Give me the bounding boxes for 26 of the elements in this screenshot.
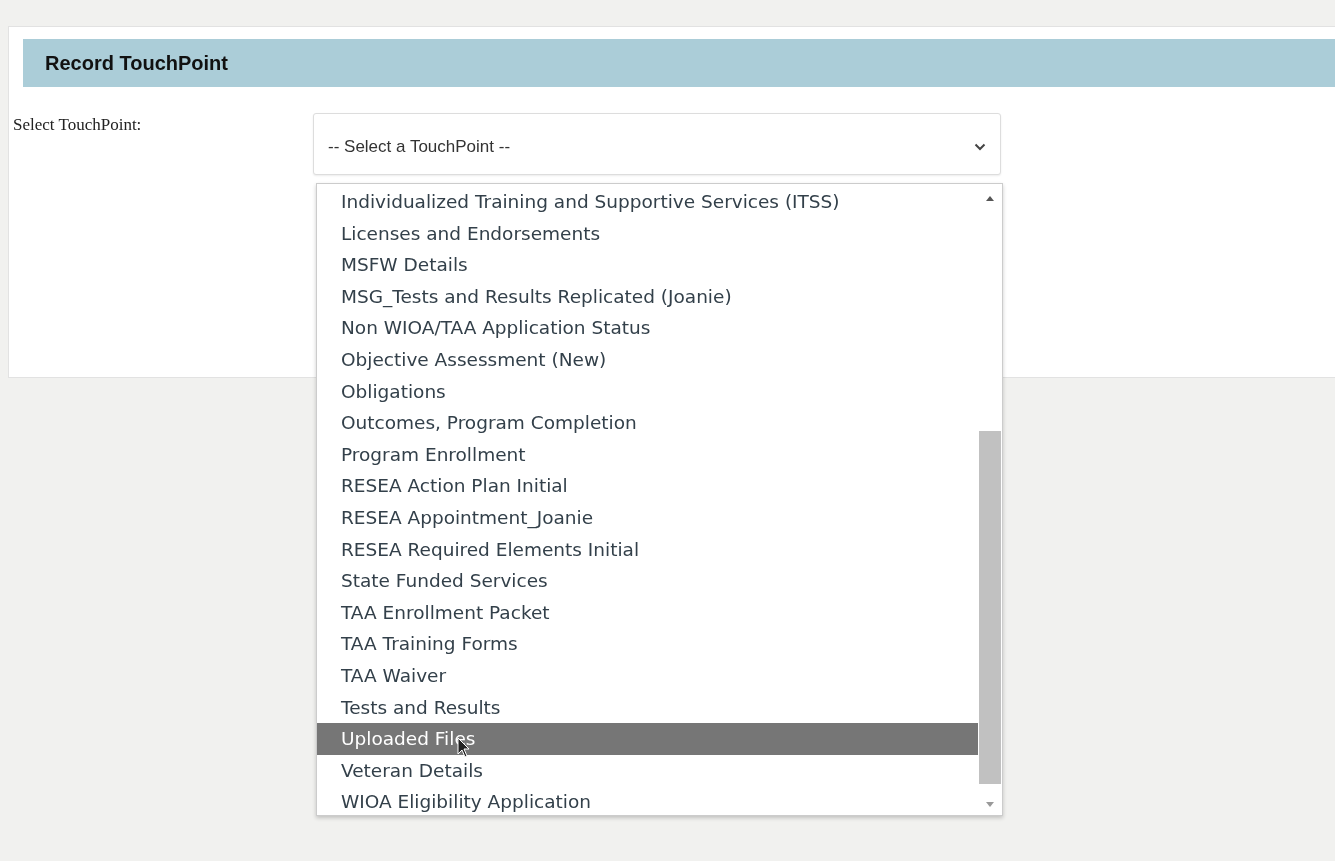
dropdown-option[interactable]: State Funded Services xyxy=(317,565,978,597)
dropdown-option[interactable]: TAA Training Forms xyxy=(317,628,978,660)
dropdown-option[interactable]: Outcomes, Program Completion xyxy=(317,407,978,439)
dropdown-option[interactable]: TAA Enrollment Packet xyxy=(317,596,978,629)
dropdown-option[interactable]: Program Enrollment xyxy=(317,438,978,471)
dropdown-option[interactable]: TAA Waiver xyxy=(317,659,978,692)
dropdown-option[interactable]: Licenses and Endorsements xyxy=(317,217,978,250)
dropdown-option[interactable]: RESEA Appointment_Joanie xyxy=(317,501,978,534)
dropdown-option[interactable]: Individualized Training and Supportive Services (ITSS) xyxy=(317,186,978,218)
dropdown-option[interactable]: Obligations xyxy=(317,375,978,408)
touchpoint-select[interactable]: -- Select a TouchPoint -- xyxy=(313,113,1001,175)
dropdown-option[interactable]: Tests and Results xyxy=(317,691,978,724)
dropdown-option[interactable]: RESEA Action Plan Initial xyxy=(317,470,978,502)
dropdown-option[interactable]: Veteran Details xyxy=(317,754,978,787)
dropdown-option[interactable]: MSFW Details xyxy=(317,249,978,281)
dropdown-option[interactable]: RESEA Required Elements Initial xyxy=(317,533,978,566)
dropdown-option[interactable]: Non WIOA/TAA Application Status xyxy=(317,312,978,344)
panel-title: Record TouchPoint xyxy=(45,51,228,75)
dropdown-option[interactable]: WIOA Eligibility Application xyxy=(317,786,978,818)
scroll-up-icon xyxy=(986,196,994,201)
chevron-icon xyxy=(974,143,986,151)
dropdown-option[interactable]: Objective Assessment (New) xyxy=(317,343,978,376)
scroll-down-icon xyxy=(986,802,994,807)
dropdown-option[interactable]: MSG_Tests and Results Replicated (Joanie) xyxy=(317,280,978,313)
field-label: Select TouchPoint: xyxy=(13,115,143,136)
scrollbar-thumb[interactable] xyxy=(979,431,1001,784)
